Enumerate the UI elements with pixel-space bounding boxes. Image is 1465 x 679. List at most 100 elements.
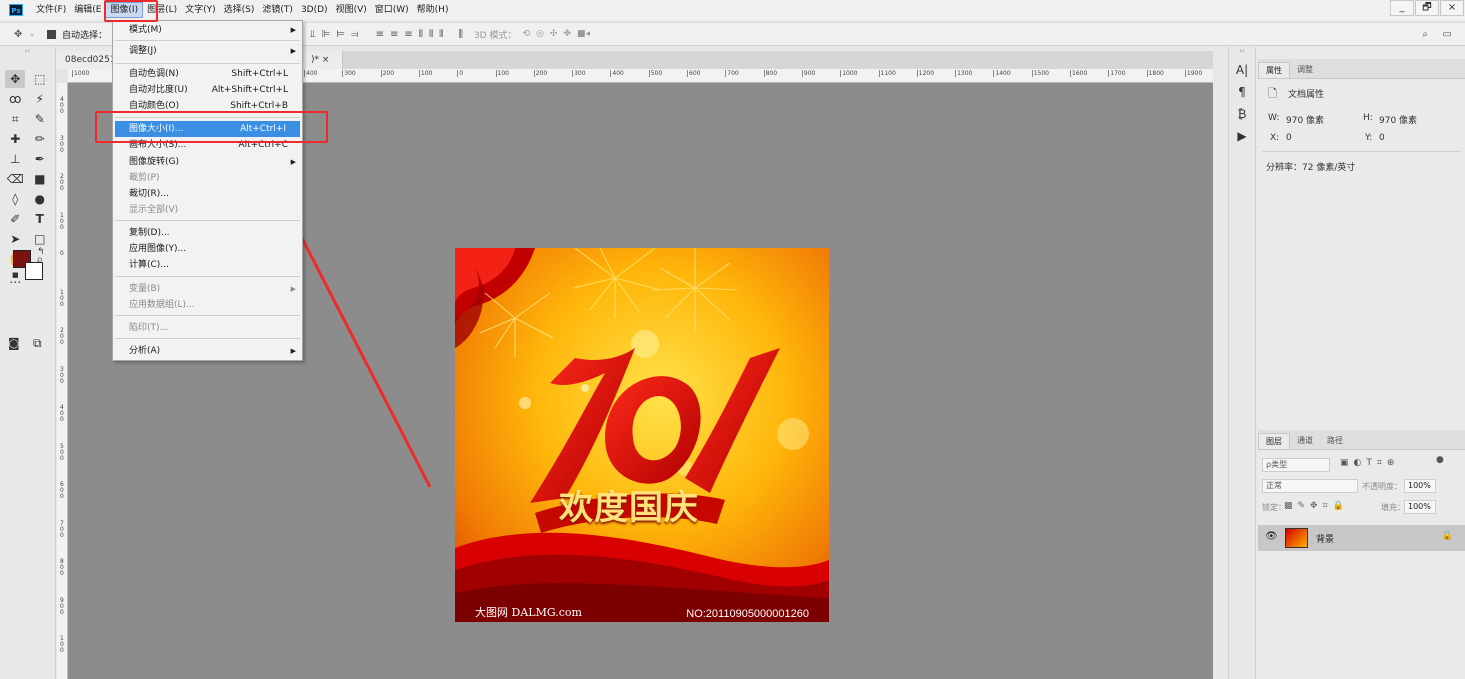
layer-row-background[interactable]: 👁 背景 🔒 <box>1258 525 1465 551</box>
workspace-icon[interactable]: ▭ <box>1443 29 1452 40</box>
vertical-ruler[interactable]: 4 0 0 3 0 0 2 0 0 1 0 0 0 1 0 0 2 0 0 3 0 0 4 0 … <box>57 83 68 679</box>
menu-window[interactable]: 窗口(W) <box>371 0 413 20</box>
eyedropper-tool-icon[interactable]: ✎ <box>30 110 50 128</box>
menu-item-variables[interactable]: 变量(B) ▶ <box>113 281 302 297</box>
tab-channels[interactable]: 通道 <box>1290 433 1320 449</box>
menu-item-calculations[interactable]: 计算(C)... <box>113 257 302 273</box>
crop-tool-icon[interactable]: ⌗ <box>5 110 25 128</box>
tab-adjustments[interactable]: 调整 <box>1290 62 1320 78</box>
menu-item-image-rotation[interactable]: 图像旋转(G) ▶ <box>113 154 302 170</box>
tab-paths[interactable]: 路径 <box>1320 433 1350 449</box>
distribute-left-icon[interactable]: ⫴ <box>419 29 423 40</box>
width-value[interactable]: 970 像素 <box>1286 113 1324 126</box>
fill-input[interactable]: 100% <box>1404 500 1436 514</box>
layer-filter-icons[interactable]: ▣◐T⌗⊕ <box>1340 458 1399 468</box>
menu-filter[interactable]: 滤镜(T) <box>258 0 297 20</box>
distribute-hcenter-icon[interactable]: ⫴ <box>429 29 433 40</box>
rectangle-tool-icon[interactable]: □ <box>30 230 50 248</box>
swap-colors-icon[interactable]: ↰ <box>37 247 45 257</box>
height-value[interactable]: 970 像素 <box>1379 113 1417 126</box>
document-tab[interactable]: 08ecd0251 <box>57 51 116 69</box>
menu-item-trim[interactable]: 裁切(R)... <box>113 186 302 202</box>
align-left-icon[interactable]: ⊫ <box>322 29 331 40</box>
search-icon[interactable]: ⌕ <box>1422 29 1428 40</box>
path-selection-tool-icon[interactable]: ➤ <box>5 230 25 248</box>
clone-stamp-tool-icon[interactable]: ⊥ <box>5 150 25 168</box>
menu-type[interactable]: 文字(Y) <box>181 0 220 20</box>
visibility-eye-icon[interactable]: 👁 <box>1265 531 1278 542</box>
background-color-swatch[interactable] <box>25 262 43 280</box>
restore-button[interactable]: 🗗 <box>1415 0 1439 16</box>
move-tool-icon[interactable]: ✥ <box>14 29 22 40</box>
distribute-vcenter-icon[interactable]: ≡ <box>390 29 398 40</box>
glyphs-panel-icon[interactable]: ₿ <box>1229 103 1255 125</box>
y-value[interactable]: 0 <box>1379 133 1385 143</box>
distribute-right-icon[interactable]: ⫴ <box>439 29 443 40</box>
brush-tool-icon[interactable]: ✏ <box>30 130 50 148</box>
paragraph-panel-icon[interactable]: ¶ <box>1229 81 1255 103</box>
distribute-bottom-icon[interactable]: ≡ <box>404 29 412 40</box>
menu-edit[interactable]: 编辑(E <box>70 0 105 20</box>
filter-toggle-icon[interactable]: ● <box>1436 455 1444 465</box>
character-panel-icon[interactable]: A| <box>1229 59 1255 81</box>
move-tool-icon[interactable]: ✥ <box>5 70 26 88</box>
menu-item-mode[interactable]: 模式(M) ▶ <box>113 22 302 38</box>
dodge-tool-icon[interactable]: ● <box>30 190 50 208</box>
gradient-tool-icon[interactable]: ■ <box>30 170 50 188</box>
align-bottom-icon[interactable]: ⫫ <box>310 29 316 40</box>
menu-item-reveal-all[interactable]: 显示全部(V) <box>113 202 302 218</box>
slide-3d-icon[interactable]: ✥ <box>563 29 571 39</box>
align-hcenter-icon[interactable]: ⊨ <box>336 29 345 40</box>
menu-view[interactable]: 视图(V) <box>332 0 371 20</box>
menu-item-adjustments[interactable]: 调整(J) ▶ <box>113 43 302 59</box>
healing-brush-tool-icon[interactable]: ✚ <box>5 130 25 148</box>
layer-name[interactable]: 背景 <box>1316 532 1334 545</box>
menu-item-apply-data-set[interactable]: 应用数据组(L)... <box>113 297 302 313</box>
layer-filter-kind[interactable]: ρ类型 <box>1262 458 1330 472</box>
menu-file[interactable]: 文件(F) <box>32 0 70 20</box>
roll-3d-icon[interactable]: ◎ <box>536 29 544 39</box>
tab-properties[interactable]: 属性 <box>1258 62 1290 78</box>
menu-item-analysis[interactable]: 分析(A) ▶ <box>113 343 302 359</box>
document-image[interactable]: 欢度国庆 大图网 DALMG.com NO:20110905000001260 <box>455 248 829 622</box>
ruler-origin[interactable] <box>57 69 68 83</box>
type-tool-icon[interactable]: T <box>30 210 50 228</box>
quick-mask-icon[interactable]: ◙ <box>8 336 20 350</box>
drag-3d-icon[interactable]: ✣ <box>550 29 558 39</box>
blur-tool-icon[interactable]: ◊ <box>5 190 25 208</box>
toolbox-grip[interactable]: ‹‹ <box>0 47 55 59</box>
close-button[interactable]: × <box>1440 0 1464 16</box>
menu-item-auto-tone[interactable]: 自动色调(N) Shift+Ctrl+L <box>113 66 302 82</box>
tab-layers[interactable]: 图层 <box>1258 433 1290 449</box>
history-brush-tool-icon[interactable]: ✒ <box>30 150 50 168</box>
actions-play-icon[interactable]: ▶ <box>1229 125 1255 147</box>
x-value[interactable]: 0 <box>1286 133 1292 143</box>
screen-mode-icon[interactable]: ⧉ <box>33 336 42 351</box>
pen-tool-icon[interactable]: ✐ <box>5 210 25 228</box>
menu-select[interactable]: 选择(S) <box>220 0 259 20</box>
auto-align-icon[interactable]: ⫼ <box>458 29 463 40</box>
menu-help[interactable]: 帮助(H) <box>413 0 453 20</box>
distribute-top-icon[interactable]: ≡ <box>376 29 384 40</box>
lock-icons[interactable]: ▩✎✥⌗🔒 <box>1284 501 1349 511</box>
marquee-tool-icon[interactable]: ⬚ <box>30 70 50 88</box>
menu-item-duplicate[interactable]: 复制(D)... <box>113 225 302 241</box>
scale-3d-icon[interactable]: ■◂ <box>577 29 590 39</box>
menu-item-crop[interactable]: 裁剪(P) <box>113 170 302 186</box>
rotate-3d-icon[interactable]: ⟲ <box>522 29 530 39</box>
tool-preset-chevron-icon[interactable]: ⌄ <box>28 29 36 39</box>
magic-wand-tool-icon[interactable]: ⚡ <box>30 90 50 108</box>
lasso-tool-icon[interactable]: ꝏ <box>5 90 25 108</box>
align-right-icon[interactable]: ⫤ <box>351 29 359 40</box>
document-tab-close[interactable]: )* × <box>303 51 343 69</box>
menu-3d[interactable]: 3D(D) <box>297 0 332 20</box>
menu-item-auto-contrast[interactable]: 自动对比度(U) Alt+Shift+Ctrl+L <box>113 82 302 98</box>
strip-grip[interactable]: ‹‹ <box>1229 47 1255 59</box>
opacity-input[interactable]: 100% <box>1404 479 1436 493</box>
auto-select-checkbox[interactable] <box>46 29 56 39</box>
menu-item-apply-image[interactable]: 应用图像(Y)... <box>113 241 302 257</box>
eraser-tool-icon[interactable]: ⌫ <box>5 170 25 188</box>
menu-item-trap[interactable]: 陷印(T)... <box>113 320 302 336</box>
default-colors-icon[interactable]: ■ <box>12 271 19 279</box>
blend-mode-select[interactable]: 正常 <box>1262 479 1358 493</box>
